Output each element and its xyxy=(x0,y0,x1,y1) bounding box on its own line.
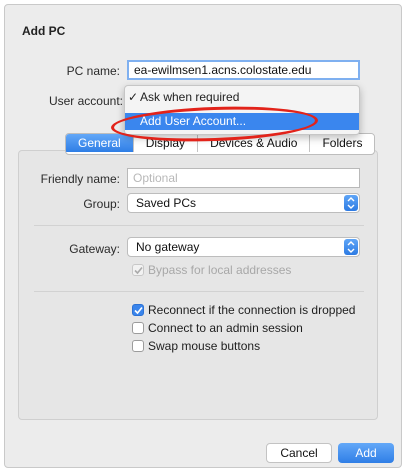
tab-general[interactable]: General xyxy=(66,134,134,152)
admin-session-checkbox[interactable] xyxy=(132,322,144,334)
group-label: Group: xyxy=(83,197,120,211)
menu-item-label: Ask when required xyxy=(140,90,240,104)
bypass-label: Bypass for local addresses xyxy=(148,263,292,277)
cancel-button[interactable]: Cancel xyxy=(266,443,332,463)
friendly-name-field[interactable]: Optional xyxy=(127,168,360,188)
dialog-title: Add PC xyxy=(22,24,66,38)
divider xyxy=(34,225,364,226)
gateway-label: Gateway: xyxy=(69,242,120,256)
reconnect-label: Reconnect if the connection is dropped xyxy=(148,303,356,317)
group-popup[interactable]: Saved PCs xyxy=(127,193,360,213)
chevron-updown-icon xyxy=(344,195,358,211)
tab-content-panel xyxy=(18,150,378,420)
tab-folders[interactable]: Folders xyxy=(310,134,375,152)
pc-name-label: PC name: xyxy=(66,64,120,78)
divider xyxy=(34,291,364,292)
gateway-value: No gateway xyxy=(136,240,200,254)
user-account-label: User account: xyxy=(48,94,123,108)
pc-name-field[interactable]: ea-ewilmsen1.acns.colostate.edu xyxy=(127,60,360,80)
friendly-name-label: Friendly name: xyxy=(40,172,120,186)
reconnect-checkbox[interactable] xyxy=(132,304,144,316)
checkmark-icon: ✓ xyxy=(128,90,139,104)
admin-session-label: Connect to an admin session xyxy=(148,321,303,335)
swap-mouse-checkbox[interactable] xyxy=(132,340,144,352)
friendly-name-placeholder: Optional xyxy=(133,171,178,185)
group-value: Saved PCs xyxy=(136,196,197,210)
add-button[interactable]: Add xyxy=(338,443,394,463)
swap-mouse-label: Swap mouse buttons xyxy=(148,339,261,353)
chevron-updown-icon xyxy=(344,239,358,255)
bypass-checkbox[interactable] xyxy=(132,264,144,276)
menu-item-ask-when-required[interactable]: ✓ Ask when required xyxy=(125,89,359,106)
gateway-popup[interactable]: No gateway xyxy=(127,237,360,257)
